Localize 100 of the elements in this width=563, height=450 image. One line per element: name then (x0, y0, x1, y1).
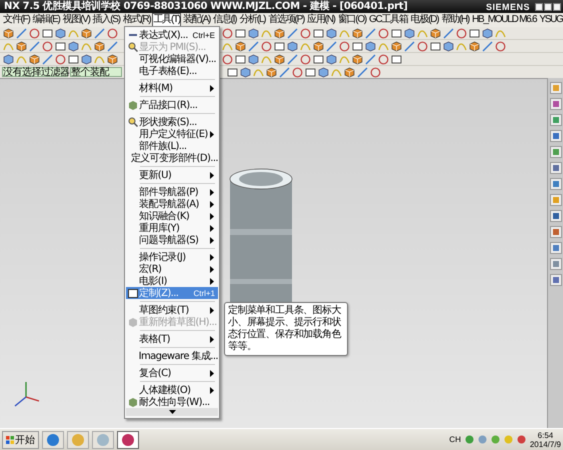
menu-entry[interactable]: 表达式(X)... Ctrl+E (126, 29, 218, 41)
menu-entry[interactable]: 部件导航器(P) (126, 186, 218, 198)
circle-icon[interactable] (222, 54, 233, 64)
scope-dropdown[interactable]: 整个装配 (70, 67, 122, 77)
menu-item[interactable]: 窗口(O) (336, 13, 367, 27)
close-button[interactable] (553, 2, 561, 10)
menu-entry[interactable]: 表格(T) (126, 333, 218, 345)
menu-item[interactable]: 插入(S) (92, 13, 121, 27)
menu-entry[interactable]: 形状搜索(S)... (126, 116, 218, 128)
panel-tab-icon[interactable] (550, 130, 562, 142)
magnifier-icon (128, 117, 138, 127)
panel-tab-icon[interactable] (550, 162, 562, 174)
menu-entry[interactable]: 装配导航器(A) (126, 198, 218, 210)
square-icon[interactable] (313, 54, 324, 64)
circle-icon[interactable] (107, 28, 118, 38)
menu-entry[interactable]: 电子表格(E)... (126, 65, 218, 77)
square-icon[interactable] (227, 66, 238, 78)
menu-item[interactable]: 工具(T) (152, 13, 181, 27)
clock-date: 2014/7/9 (530, 440, 561, 448)
menu-item[interactable]: 视图(V) (62, 13, 91, 27)
circle-icon[interactable] (300, 28, 311, 38)
circle-icon[interactable] (300, 54, 311, 64)
panel-tab-icon[interactable] (550, 98, 562, 110)
language-indicator[interactable]: CH (449, 435, 461, 444)
menu-item[interactable]: 装配(A) (182, 13, 212, 27)
square-icon[interactable] (391, 28, 402, 38)
square-icon[interactable] (235, 28, 246, 38)
menu-entry[interactable]: 知识融合(K) (126, 210, 218, 222)
menu-item[interactable]: 编辑(E) (32, 13, 61, 27)
circle-icon[interactable] (292, 66, 303, 78)
circle-icon[interactable] (42, 40, 53, 52)
menu-item[interactable]: 首选项(P) (267, 13, 306, 27)
menu-item[interactable]: 信息(I) (212, 13, 238, 27)
square-icon[interactable] (68, 54, 79, 64)
menu-entry[interactable]: 重用库(Y) (126, 222, 218, 234)
menu-item[interactable]: 电极(D) (410, 13, 440, 27)
menu-entry[interactable]: 用户定义特征(E) (126, 128, 218, 140)
panel-tab-icon[interactable] (550, 114, 562, 126)
circle-icon[interactable] (222, 28, 233, 38)
menu-entry[interactable]: 产品接口(R)... (126, 99, 218, 111)
panel-tab-icon[interactable] (550, 210, 562, 222)
square-icon[interactable] (469, 28, 480, 38)
restore-button[interactable] (544, 2, 552, 10)
circle-icon[interactable] (261, 40, 272, 52)
more-items-bar[interactable] (126, 408, 218, 416)
menu-item[interactable]: 文件(F) (2, 13, 31, 27)
menu-entry[interactable]: 人体建模(O) (126, 384, 218, 396)
panel-tab-icon[interactable] (550, 194, 562, 206)
circle-icon[interactable] (417, 40, 428, 52)
panel-tab-icon[interactable] (550, 178, 562, 190)
menu-entry[interactable]: 可视化编辑器(V)... (126, 53, 218, 65)
menu-entry[interactable]: 草图约束(T) (126, 304, 218, 316)
square-icon[interactable] (430, 40, 441, 52)
panel-tab-icon[interactable] (550, 146, 562, 158)
circle-icon[interactable] (378, 54, 389, 64)
menu-item[interactable]: GC工具箱 (368, 13, 409, 27)
menu-entry[interactable]: 定制(Z)... Ctrl+1 (126, 287, 218, 299)
menu-item[interactable]: HB_MOULD M6.6 (470, 13, 538, 27)
menu-entry[interactable]: 操作记录(J) (126, 251, 218, 263)
circle-icon[interactable] (495, 40, 506, 52)
menu-item[interactable]: 格式(R) (122, 13, 152, 27)
square-icon[interactable] (313, 28, 324, 38)
circle-icon[interactable] (456, 28, 467, 38)
circle-icon[interactable] (370, 66, 381, 78)
square-icon[interactable] (55, 40, 66, 52)
menu-item[interactable]: YSUG (538, 13, 563, 27)
menu-item[interactable]: 帮助(H) (440, 13, 470, 27)
start-button[interactable]: 开始 (2, 430, 39, 448)
square-icon[interactable] (352, 40, 363, 52)
menu-entry[interactable]: 更新(U) (126, 169, 218, 181)
menu-entry[interactable]: 复合(C) (126, 367, 218, 379)
panel-tab-icon[interactable] (550, 274, 562, 286)
panel-tab-icon[interactable] (550, 242, 562, 254)
app-icon (46, 432, 60, 446)
minimize-button[interactable] (535, 2, 543, 10)
taskbar-app-button[interactable] (117, 430, 139, 448)
menu-entry[interactable]: 定义可变形部件(D)... (126, 152, 218, 164)
panel-tab-icon[interactable] (550, 258, 562, 270)
panel-tab-icon[interactable] (550, 82, 562, 94)
square-icon[interactable] (274, 40, 285, 52)
circle-icon[interactable] (55, 54, 66, 64)
menu-entry[interactable]: 问题导航器(S) (126, 234, 218, 246)
menu-entry[interactable]: 电影(I) (126, 275, 218, 287)
square-icon[interactable] (42, 28, 53, 38)
menu-entry[interactable]: 耐久性向导(W)... (126, 396, 218, 408)
square-icon[interactable] (391, 54, 402, 64)
menu-entry[interactable]: 部件族(L)... (126, 140, 218, 152)
square-icon[interactable] (305, 66, 316, 78)
panel-tab-icon[interactable] (550, 226, 562, 238)
filter-dropdown[interactable]: 没有选择过滤器 (2, 67, 68, 77)
menu-item[interactable]: 分析(L) (238, 13, 266, 27)
menu-entry[interactable]: Imageware 集成... (126, 350, 218, 362)
menu-item[interactable]: 应用(N) (306, 13, 336, 27)
circle-icon[interactable] (339, 40, 350, 52)
taskbar-app-button[interactable] (42, 430, 64, 448)
menu-entry[interactable]: 宏(R) (126, 263, 218, 275)
menu-entry[interactable]: 材料(M) (126, 82, 218, 94)
circle-icon[interactable] (29, 28, 40, 38)
square-icon[interactable] (235, 54, 246, 64)
circle-icon[interactable] (378, 28, 389, 38)
